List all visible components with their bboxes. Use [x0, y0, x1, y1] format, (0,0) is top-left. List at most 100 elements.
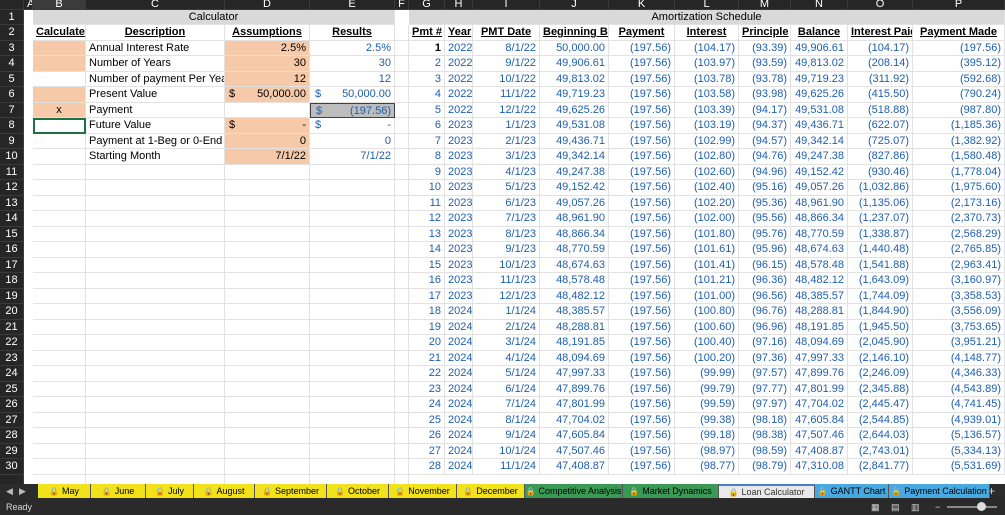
amort-cell-j[interactable]: 50,000.00	[540, 40, 609, 56]
empty-cell[interactable]	[86, 242, 225, 258]
amort-cell-j[interactable]: 49,906.61	[540, 56, 609, 72]
empty-cell[interactable]	[225, 459, 310, 475]
assumption-input[interactable]: 2.5%	[225, 40, 310, 56]
amort-cell-j[interactable]: 48,866.34	[540, 226, 609, 242]
amort-cell-o[interactable]: (1,744.09)	[848, 288, 913, 304]
amort-cell-g[interactable]: 21	[409, 350, 445, 366]
amort-cell-o[interactable]: (518.88)	[848, 102, 913, 118]
empty-cell[interactable]	[225, 257, 310, 273]
amort-cell-g[interactable]: 15	[409, 257, 445, 273]
amort-cell-l[interactable]: (103.19)	[675, 118, 739, 134]
amort-cell-n[interactable]: 48,866.34	[791, 211, 848, 227]
amort-cell-p[interactable]: (1,580.48)	[913, 149, 1005, 165]
result-cell[interactable]: 30	[310, 56, 395, 72]
empty-cell[interactable]	[395, 180, 409, 196]
header-assumptions[interactable]: Assumptions	[225, 25, 310, 41]
result-cell[interactable]: 7/1/22	[310, 149, 395, 165]
description-cell[interactable]: Annual Interest Rate	[86, 40, 225, 56]
empty-cell[interactable]	[395, 25, 409, 41]
empty-cell[interactable]	[225, 288, 310, 304]
amort-cell-n[interactable]: 49,625.26	[791, 87, 848, 103]
page-break-icon[interactable]: ▥	[911, 499, 920, 515]
zoom-out-icon[interactable]: −	[935, 499, 940, 515]
amort-cell-k[interactable]: (197.56)	[609, 56, 675, 72]
amort-cell-g[interactable]: 23	[409, 381, 445, 397]
empty-cell[interactable]	[310, 257, 395, 273]
amort-cell-j[interactable]: 49,436.71	[540, 133, 609, 149]
empty-cell[interactable]	[86, 195, 225, 211]
amort-cell-i[interactable]: 2/1/23	[473, 133, 540, 149]
row-header-30[interactable]: 30	[0, 459, 24, 475]
amort-cell-n[interactable]: 49,813.02	[791, 56, 848, 72]
empty-cell[interactable]	[225, 381, 310, 397]
empty-cell[interactable]	[86, 381, 225, 397]
amort-cell-g[interactable]: 27	[409, 443, 445, 459]
row-header-12[interactable]: 12	[0, 180, 24, 196]
amort-cell-m[interactable]: (94.76)	[739, 149, 791, 165]
empty-cell[interactable]	[86, 257, 225, 273]
amort-cell-m[interactable]: (96.15)	[739, 257, 791, 273]
amort-cell-i[interactable]: 6/1/23	[473, 195, 540, 211]
amort-cell-k[interactable]: (197.56)	[609, 133, 675, 149]
amort-cell-h[interactable]: 2022	[445, 40, 473, 56]
assumption-input[interactable]: 12	[225, 71, 310, 87]
empty-cell[interactable]	[225, 242, 310, 258]
amort-cell-o[interactable]: (2,743.01)	[848, 443, 913, 459]
amort-cell-j[interactable]: 47,507.46	[540, 443, 609, 459]
empty-cell[interactable]	[395, 366, 409, 382]
amort-cell-l[interactable]: (103.97)	[675, 56, 739, 72]
amort-cell-g[interactable]: 14	[409, 242, 445, 258]
amort-cell-g[interactable]: 2	[409, 56, 445, 72]
empty-cell[interactable]	[33, 319, 86, 335]
amort-cell-i[interactable]: 10/1/22	[473, 71, 540, 87]
amort-cell-h[interactable]: 2024	[445, 335, 473, 351]
amort-cell-i[interactable]: 3/1/24	[473, 335, 540, 351]
row-header-4[interactable]: 4	[0, 56, 24, 72]
empty-cell[interactable]	[395, 40, 409, 56]
empty-cell[interactable]	[310, 195, 395, 211]
amort-cell-p[interactable]: (1,185.36)	[913, 118, 1005, 134]
amort-cell-m[interactable]: (94.57)	[739, 133, 791, 149]
amort-cell-p[interactable]: (3,951.21)	[913, 335, 1005, 351]
amort-cell-j[interactable]: 47,605.84	[540, 428, 609, 444]
column-header-a[interactable]: A	[24, 0, 33, 10]
amort-cell-m[interactable]: (98.79)	[739, 459, 791, 475]
amort-cell-p[interactable]: (395.12)	[913, 56, 1005, 72]
spreadsheet-grid[interactable]: ABCDEFGHIJKLMNOP123456789101112131415161…	[0, 0, 1005, 484]
amort-cell-j[interactable]: 49,813.02	[540, 71, 609, 87]
empty-cell[interactable]	[395, 71, 409, 87]
empty-cell[interactable]	[395, 211, 409, 227]
amort-cell-m[interactable]: (95.16)	[739, 180, 791, 196]
amort-cell-o[interactable]: (208.14)	[848, 56, 913, 72]
row-header-29[interactable]: 29	[0, 443, 24, 459]
empty-cell[interactable]	[86, 273, 225, 289]
amort-cell-o[interactable]: (2,644.03)	[848, 428, 913, 444]
amort-cell-n[interactable]: 48,385.57	[791, 288, 848, 304]
sheet-tab-payment-calculation[interactable]: 🔒 Payment Calculation	[889, 484, 990, 498]
amort-cell-p[interactable]: (1,382.92)	[913, 133, 1005, 149]
amort-cell-k[interactable]: (197.56)	[609, 412, 675, 428]
amort-cell-k[interactable]: (197.56)	[609, 350, 675, 366]
column-header-l[interactable]: L	[675, 0, 739, 10]
row-header-13[interactable]: 13	[0, 195, 24, 211]
empty-cell[interactable]	[395, 335, 409, 351]
amort-cell-g[interactable]: 11	[409, 195, 445, 211]
empty-cell[interactable]	[225, 226, 310, 242]
amort-cell-j[interactable]: 49,247.38	[540, 164, 609, 180]
amort-cell-k[interactable]: (197.56)	[609, 381, 675, 397]
amort-cell-l[interactable]: (102.60)	[675, 164, 739, 180]
amort-cell-m[interactable]: (95.56)	[739, 211, 791, 227]
column-header-k[interactable]: K	[609, 0, 675, 10]
row-header-21[interactable]: 21	[0, 319, 24, 335]
result-cell[interactable]: 0	[310, 133, 395, 149]
amort-cell-m[interactable]: (98.59)	[739, 443, 791, 459]
amort-cell-h[interactable]: 2023	[445, 133, 473, 149]
empty-cell[interactable]	[225, 319, 310, 335]
amort-cell-h[interactable]: 2024	[445, 428, 473, 444]
column-header-o[interactable]: O	[848, 0, 913, 10]
amort-cell-h[interactable]: 2024	[445, 366, 473, 382]
amort-cell-k[interactable]: (197.56)	[609, 335, 675, 351]
amort-cell-j[interactable]: 49,625.26	[540, 102, 609, 118]
calculate-flag-cell[interactable]	[33, 133, 86, 149]
amort-cell-m[interactable]: (97.16)	[739, 335, 791, 351]
